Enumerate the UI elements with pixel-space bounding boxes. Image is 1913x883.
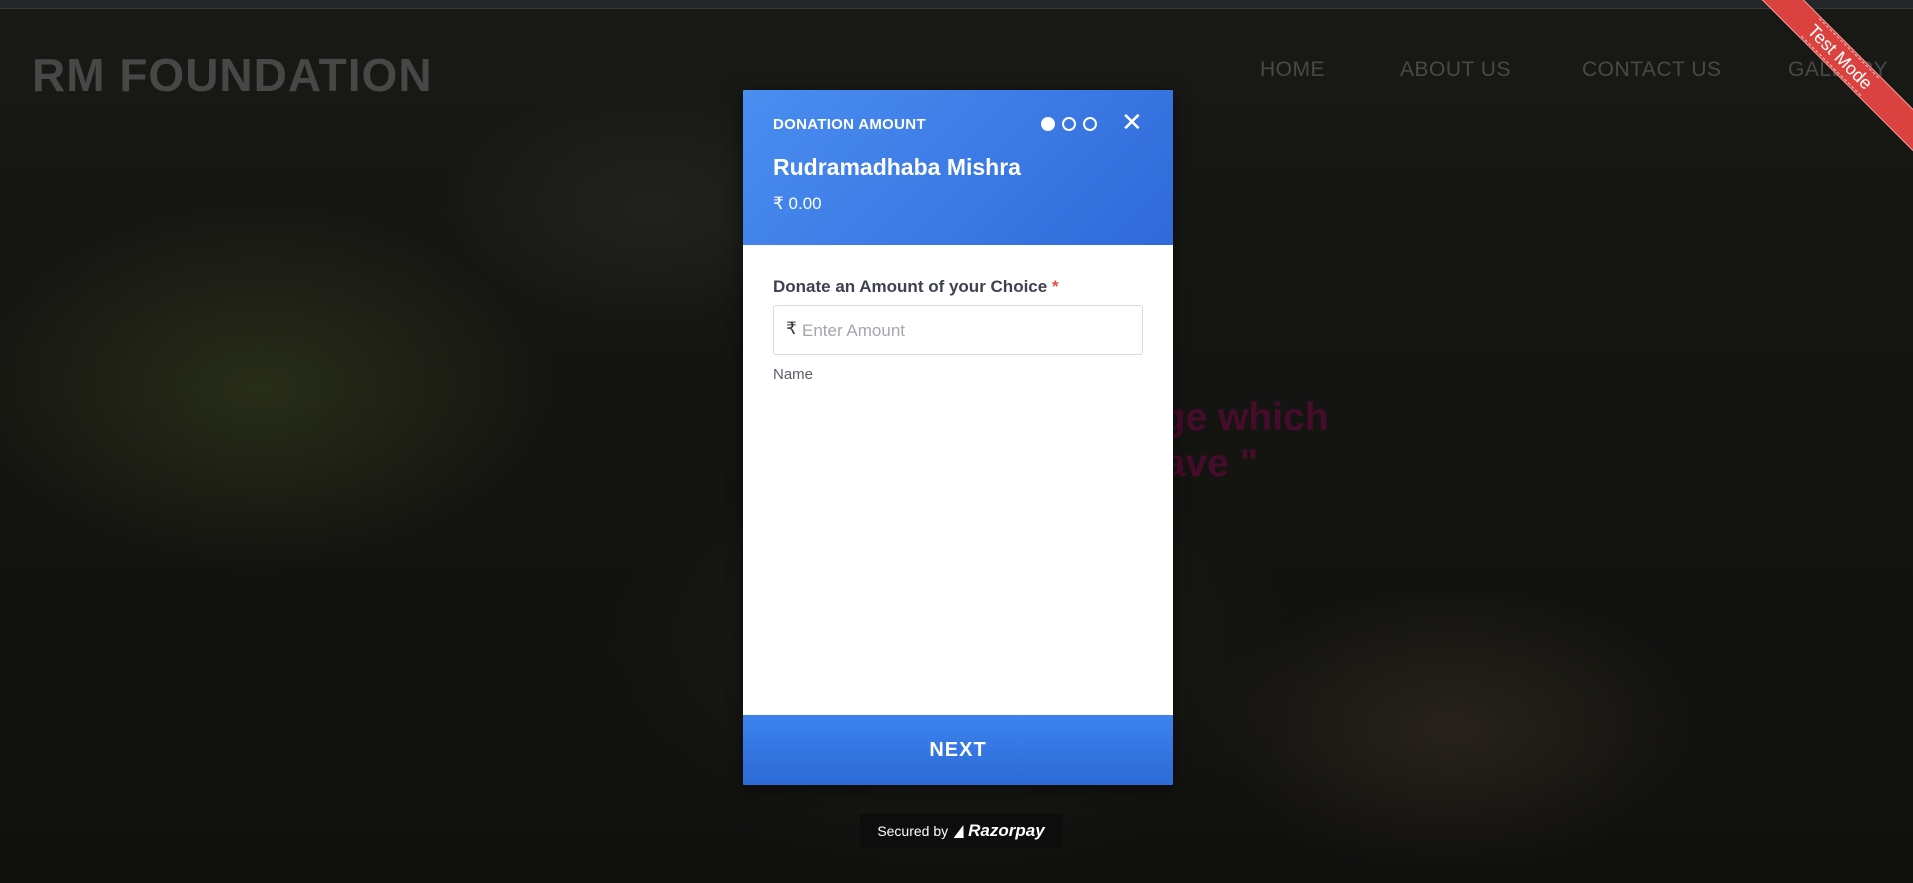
razorpay-logo-icon	[953, 824, 969, 838]
modal-body: Donate an Amount of your Choice * ₹ Name	[743, 245, 1173, 715]
required-mark: *	[1051, 277, 1059, 296]
name-label: Name	[773, 366, 814, 383]
step-dot-icon	[1083, 117, 1097, 131]
amount-label: Donate an Amount of your Choice *	[773, 277, 1059, 297]
razorpay-logo: Razorpay	[953, 821, 1045, 841]
payee-name: Rudramadhaba Mishra	[773, 154, 1021, 180]
amount-input-wrapper[interactable]: ₹	[773, 305, 1143, 355]
step-dot-icon	[1041, 117, 1055, 131]
donation-modal: DONATION AMOUNT ✕ Rudramadhaba Mishra ₹ …	[743, 90, 1173, 785]
step-indicator	[1041, 117, 1097, 131]
amount-display: ₹ 0.00	[773, 194, 822, 213]
modal-header: DONATION AMOUNT ✕ Rudramadhaba Mishra ₹ …	[743, 90, 1173, 245]
step-title: DONATION AMOUNT	[773, 116, 926, 133]
secured-by-text: Secured by	[877, 823, 949, 839]
razorpay-label: Razorpay	[968, 821, 1045, 840]
secured-by-badge[interactable]: Secured by Razorpay	[860, 814, 1062, 848]
close-icon[interactable]: ✕	[1121, 108, 1143, 136]
step-dot-icon	[1062, 117, 1076, 131]
next-button[interactable]: NEXT	[743, 715, 1173, 785]
amount-label-text: Donate an Amount of your Choice	[773, 277, 1048, 296]
amount-input[interactable]	[800, 312, 1134, 350]
rupee-icon: ₹	[786, 319, 797, 338]
